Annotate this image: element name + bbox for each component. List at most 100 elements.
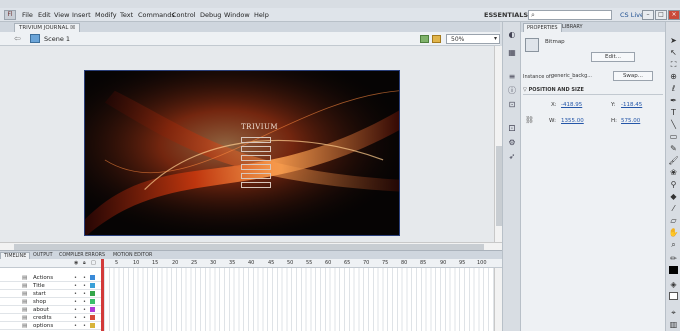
- menu-window[interactable]: Window: [224, 11, 250, 19]
- lock-dot[interactable]: •: [83, 323, 86, 329]
- lock-dot[interactable]: •: [83, 275, 86, 281]
- layer-name[interactable]: Title: [33, 283, 45, 289]
- tab-library[interactable]: LIBRARY: [559, 23, 586, 32]
- options-icon[interactable]: ▥: [668, 320, 679, 330]
- edit-symbol-icon[interactable]: [432, 35, 441, 43]
- layer-name[interactable]: Actions: [33, 275, 53, 281]
- layer-name[interactable]: shop: [33, 299, 46, 305]
- menu-file[interactable]: File: [22, 11, 33, 19]
- snap-to-objects-icon[interactable]: ⌖: [668, 308, 679, 318]
- swap-button[interactable]: Swap...: [613, 71, 653, 81]
- menu-modify[interactable]: Modify: [95, 11, 117, 19]
- menu-edit[interactable]: Edit: [38, 11, 51, 19]
- components-panel-icon[interactable]: ⚀: [506, 124, 518, 134]
- visibility-dot[interactable]: •: [74, 315, 77, 321]
- layer-row[interactable]: ▤ options • •: [0, 322, 102, 330]
- zoom-tool-icon[interactable]: ⌕: [668, 240, 679, 250]
- frame-grid[interactable]: [104, 268, 494, 331]
- menu-help[interactable]: Help: [254, 11, 269, 19]
- layer-color-swatch[interactable]: [90, 315, 95, 320]
- stroke-color-swatch[interactable]: [669, 266, 678, 274]
- eye-icon[interactable]: ◉: [74, 260, 78, 266]
- outline-icon[interactable]: □: [91, 260, 96, 266]
- stage-menu-button[interactable]: [241, 182, 271, 188]
- zoom-select[interactable]: 50% ▾: [446, 34, 500, 44]
- swatches-panel-icon[interactable]: ▦: [506, 48, 518, 58]
- timeline-scrollbar[interactable]: [494, 268, 502, 331]
- info-panel-icon[interactable]: ⓘ: [506, 86, 518, 96]
- layer-row[interactable]: ▤ about • •: [0, 306, 102, 314]
- layer-row[interactable]: ▤ shop • •: [0, 298, 102, 306]
- maximize-button[interactable]: □: [655, 10, 667, 20]
- y-value[interactable]: -118.45: [621, 102, 642, 108]
- stage-menu-button[interactable]: [241, 155, 271, 161]
- layer-name[interactable]: options: [33, 323, 53, 329]
- deco-tool-icon[interactable]: ❀: [668, 168, 679, 178]
- lock-dot[interactable]: •: [83, 283, 86, 289]
- pencil-tool-icon[interactable]: ✎: [668, 144, 679, 154]
- layer-name[interactable]: credits: [33, 315, 52, 321]
- stage[interactable]: TRIVIUM: [84, 70, 400, 236]
- stage-menu-button[interactable]: [241, 137, 271, 143]
- layer-name[interactable]: start: [33, 291, 46, 297]
- layer-row[interactable]: ▤ Actions • •: [0, 274, 102, 282]
- constrain-link-icon[interactable]: ⛓: [525, 116, 534, 124]
- help-search-input[interactable]: ⌕: [528, 10, 612, 20]
- 3d-rotation-tool-icon[interactable]: ⊕: [668, 72, 679, 82]
- menu-commands[interactable]: Commands: [138, 11, 175, 19]
- visibility-dot[interactable]: •: [74, 291, 77, 297]
- close-button[interactable]: ×: [668, 10, 680, 20]
- tab-properties[interactable]: PROPERTIES: [523, 23, 562, 32]
- lock-dot[interactable]: •: [83, 299, 86, 305]
- visibility-dot[interactable]: •: [74, 283, 77, 289]
- cs-live-button[interactable]: CS Live: [620, 11, 644, 19]
- text-tool-icon[interactable]: T: [668, 108, 679, 118]
- menu-text[interactable]: Text: [120, 11, 133, 19]
- pen-tool-icon[interactable]: ✒: [668, 96, 679, 106]
- h-value[interactable]: 575.00: [621, 118, 640, 124]
- align-panel-icon[interactable]: ≡: [506, 72, 518, 82]
- paint-bucket-tool-icon[interactable]: ◆: [668, 192, 679, 202]
- lock-dot[interactable]: •: [83, 315, 86, 321]
- rectangle-tool-icon[interactable]: ▭: [668, 132, 679, 142]
- visibility-dot[interactable]: •: [74, 275, 77, 281]
- free-transform-tool-icon[interactable]: ⛶: [668, 60, 679, 70]
- visibility-dot[interactable]: •: [74, 307, 77, 313]
- layer-row[interactable]: ▤ credits • •: [0, 314, 102, 322]
- edit-button[interactable]: Edit...: [591, 52, 635, 62]
- layer-color-swatch[interactable]: [90, 323, 95, 328]
- stage-menu-button[interactable]: [241, 164, 271, 170]
- horizontal-scrollbar[interactable]: [0, 242, 502, 250]
- fill-color-swatch[interactable]: [669, 292, 678, 300]
- lock-dot[interactable]: •: [83, 291, 86, 297]
- fill-color-icon[interactable]: ◈: [668, 280, 679, 290]
- eyedropper-tool-icon[interactable]: ⁄: [668, 204, 679, 214]
- brush-tool-icon[interactable]: 🖌︎: [668, 156, 679, 166]
- timeline-ruler[interactable]: ◉ 🔒︎ □ 5 10 15 20 25 30 35 40 45 50 55 6…: [0, 259, 502, 268]
- minimize-button[interactable]: –: [642, 10, 654, 20]
- pasteboard[interactable]: TRIVIUM: [0, 46, 494, 242]
- menu-control[interactable]: Control: [172, 11, 196, 19]
- transform-panel-icon[interactable]: ⊡: [506, 100, 518, 110]
- document-tab[interactable]: TRIVIUM JOURNAL ☒: [14, 23, 81, 32]
- menu-debug[interactable]: Debug: [200, 11, 221, 19]
- scene-label[interactable]: Scene 1: [44, 35, 70, 43]
- menu-insert[interactable]: Insert: [72, 11, 91, 19]
- visibility-dot[interactable]: •: [74, 299, 77, 305]
- playhead[interactable]: [101, 259, 104, 331]
- menu-view[interactable]: View: [54, 11, 69, 19]
- bone-tool-icon[interactable]: ⚲: [668, 180, 679, 190]
- eraser-tool-icon[interactable]: ▱: [668, 216, 679, 226]
- lock-dot[interactable]: •: [83, 307, 86, 313]
- code-snippets-icon[interactable]: ⚙: [506, 138, 518, 148]
- lasso-tool-icon[interactable]: ℓ: [668, 84, 679, 94]
- line-tool-icon[interactable]: ╲: [668, 120, 679, 130]
- vertical-scrollbar[interactable]: [494, 46, 502, 242]
- edit-scene-icon[interactable]: [420, 35, 429, 43]
- x-value[interactable]: -418.95: [561, 102, 582, 108]
- layer-color-swatch[interactable]: [90, 299, 95, 304]
- stage-menu-button[interactable]: [241, 146, 271, 152]
- workspace-switcher[interactable]: ESSENTIALS ▾: [484, 11, 534, 19]
- w-value[interactable]: 1355.00: [561, 118, 584, 124]
- subselection-tool-icon[interactable]: ↖: [668, 48, 679, 58]
